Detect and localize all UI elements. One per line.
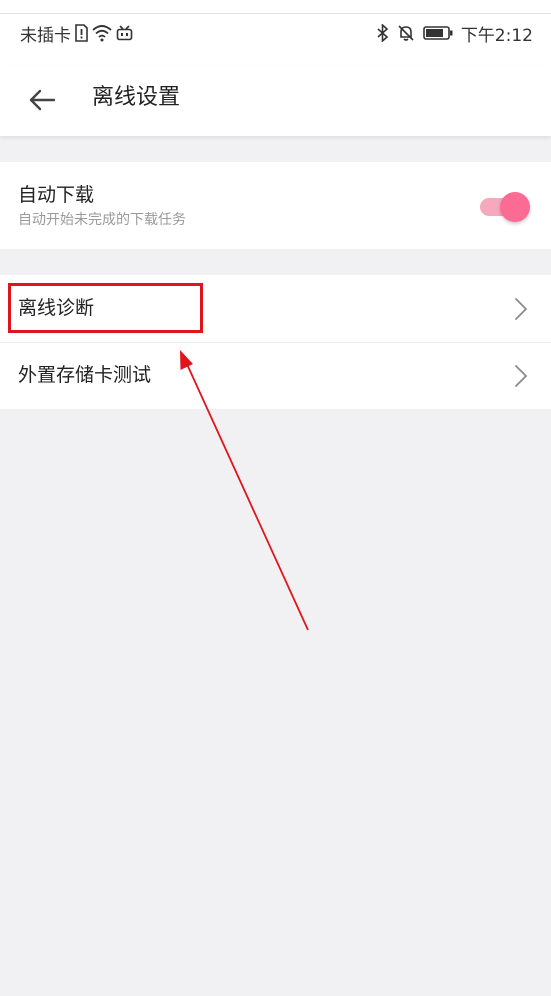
clock-text: 下午2:12 bbox=[460, 25, 533, 46]
status-right: 下午2:12 bbox=[377, 20, 533, 46]
status-bar: 未插卡 下午2:12 bbox=[0, 0, 551, 66]
annotation-highlight-box bbox=[8, 283, 203, 333]
mute-icon bbox=[397, 24, 415, 42]
chevron-right-icon bbox=[515, 298, 527, 320]
annotation-arrow bbox=[180, 350, 309, 631]
wifi-icon bbox=[92, 24, 112, 42]
auto-download-subtitle: 自动开始未完成的下载任务 bbox=[18, 212, 186, 228]
status-bar-divider bbox=[0, 13, 551, 14]
sim-alert-icon bbox=[75, 24, 88, 42]
tv-app-icon bbox=[116, 25, 133, 41]
app-header: 离线设置 bbox=[0, 66, 551, 136]
bluetooth-icon bbox=[377, 24, 389, 42]
page-title: 离线设置 bbox=[92, 85, 181, 110]
back-button[interactable] bbox=[22, 80, 62, 120]
auto-download-section: 自动下载 自动开始未完成的下载任务 bbox=[0, 162, 551, 249]
battery-icon bbox=[423, 26, 453, 40]
list-item-label: 外置存储卡测试 bbox=[18, 364, 152, 386]
chevron-right-icon bbox=[515, 365, 527, 387]
carrier-text: 未插卡 bbox=[20, 25, 71, 46]
sd-card-test-item[interactable]: 外置存储卡测试 bbox=[0, 342, 551, 409]
auto-download-title: 自动下载 bbox=[18, 184, 95, 206]
back-arrow-icon bbox=[29, 89, 56, 111]
status-left: 未插卡 bbox=[20, 20, 133, 46]
auto-download-toggle[interactable] bbox=[478, 192, 530, 222]
toggle-thumb bbox=[500, 192, 530, 222]
